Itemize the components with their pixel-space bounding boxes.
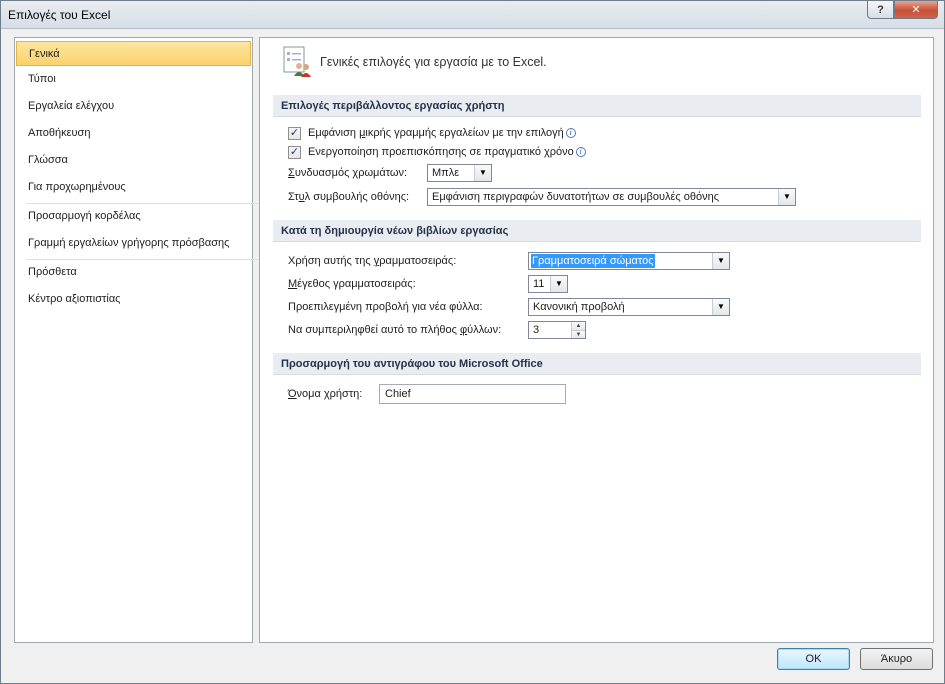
- font-label: Χρήση αυτής της γραμματοσειράς:: [288, 255, 457, 267]
- sidebar-item-general[interactable]: Γενικά: [16, 41, 251, 66]
- sheets-count-spinner[interactable]: 3 ▲ ▼: [528, 321, 586, 339]
- help-button[interactable]: ?: [867, 1, 894, 19]
- mini-toolbar-label[interactable]: Εμφάνιση μικρής γραμμής εργαλείων με την…: [308, 127, 576, 139]
- section-ui-options: Επιλογές περιβάλλοντος εργασίας χρήστη: [273, 95, 921, 117]
- sidebar-item-proofing[interactable]: Εργαλεία ελέγχου: [16, 94, 251, 119]
- chevron-down-icon[interactable]: ▼: [474, 165, 491, 181]
- mini-toolbar-checkbox[interactable]: ✓: [288, 127, 301, 140]
- section-new-workbooks: Κατά τη δημιουργία νέων βιβλίων εργασίας: [273, 220, 921, 242]
- default-view-dropdown[interactable]: Κανονική προβολή ▼: [528, 298, 730, 316]
- chevron-down-icon[interactable]: ▼: [550, 276, 567, 292]
- screentip-style-value: Εμφάνιση περιγραφών δυνατοτήτων σε συμβο…: [432, 191, 719, 203]
- username-input[interactable]: Chief: [379, 384, 566, 404]
- info-icon[interactable]: i: [565, 128, 576, 139]
- default-view-label: Προεπιλεγμένη προβολή για νέα φύλλα:: [288, 301, 483, 313]
- live-preview-label[interactable]: Ενεργοποίηση προεπισκόπησης σε πραγματικ…: [308, 146, 586, 158]
- title-bar: Επιλογές του Excel ? ✕: [1, 1, 944, 29]
- color-scheme-label: Συνδυασμός χρωμάτων:: [288, 167, 408, 179]
- font-size-value: 11: [533, 278, 545, 290]
- close-icon: ✕: [911, 4, 921, 16]
- live-preview-checkbox[interactable]: ✓: [288, 146, 301, 159]
- cancel-button[interactable]: Άκυρο: [860, 648, 933, 670]
- sheets-count-label: Να συμπεριληφθεί αυτό το πλήθος φύλλων:: [288, 324, 502, 336]
- options-people-icon: [283, 46, 311, 77]
- font-size-dropdown[interactable]: 11 ▼: [528, 275, 568, 293]
- color-scheme-value: Μπλε: [432, 167, 460, 179]
- checkmark-icon: ✓: [289, 127, 300, 139]
- color-scheme-dropdown[interactable]: Μπλε ▼: [427, 164, 492, 182]
- section-personalize: Προσαρμογή του αντιγράφου του Microsoft …: [273, 353, 921, 375]
- sidebar-item-customize-ribbon[interactable]: Προσαρμογή κορδέλας: [16, 204, 251, 229]
- font-size-label: Μέγεθος γραμματοσειράς:: [288, 278, 416, 290]
- screentip-style-label: Στυλ συμβουλής οθόνης:: [288, 191, 410, 203]
- sheets-count-value: 3: [533, 324, 540, 336]
- screentip-style-dropdown[interactable]: Εμφάνιση περιγραφών δυνατοτήτων σε συμβο…: [427, 188, 796, 206]
- default-view-value: Κανονική προβολή: [533, 301, 625, 313]
- sidebar-item-add-ins[interactable]: Πρόσθετα: [16, 260, 251, 285]
- chevron-down-icon[interactable]: ▼: [778, 189, 795, 205]
- spin-up-icon[interactable]: ▲: [572, 322, 585, 330]
- spin-down-icon[interactable]: ▼: [572, 330, 585, 338]
- excel-options-dialog: Επιλογές του Excel ? ✕ Γενικά Τύποι Εργα…: [0, 0, 945, 684]
- general-options-panel: Γενικές επιλογές για εργασία με το Excel…: [259, 37, 934, 643]
- sidebar-item-save[interactable]: Αποθήκευση: [16, 121, 251, 146]
- chevron-down-icon[interactable]: ▼: [712, 253, 729, 269]
- window-title: Επιλογές του Excel: [8, 8, 111, 22]
- chevron-down-icon[interactable]: ▼: [712, 299, 729, 315]
- username-label: Όνομα χρήστη:: [288, 388, 363, 400]
- spinner-arrows: ▲ ▼: [571, 322, 585, 338]
- sidebar-item-formulas[interactable]: Τύποι: [16, 67, 251, 92]
- close-button[interactable]: ✕: [894, 1, 938, 19]
- font-value: Γραμματοσειρά σώματος: [531, 254, 655, 268]
- page-header-text: Γενικές επιλογές για εργασία με το Excel…: [320, 55, 547, 69]
- checkmark-icon: ✓: [289, 146, 300, 158]
- sidebar-item-quick-access-toolbar[interactable]: Γραμμή εργαλείων γρήγορης πρόσβασης: [16, 231, 251, 256]
- sidebar-item-language[interactable]: Γλώσσα: [16, 148, 251, 173]
- sidebar-item-trust-center[interactable]: Κέντρο αξιοπιστίας: [16, 287, 251, 312]
- sidebar: Γενικά Τύποι Εργαλεία ελέγχου Αποθήκευση…: [14, 37, 260, 643]
- font-dropdown[interactable]: Γραμματοσειρά σώματος ▼: [528, 252, 730, 270]
- sidebar-item-advanced[interactable]: Για προχωρημένους: [16, 175, 251, 200]
- ok-button[interactable]: OK: [777, 648, 850, 670]
- info-icon[interactable]: i: [575, 147, 586, 158]
- help-icon: ?: [877, 3, 884, 16]
